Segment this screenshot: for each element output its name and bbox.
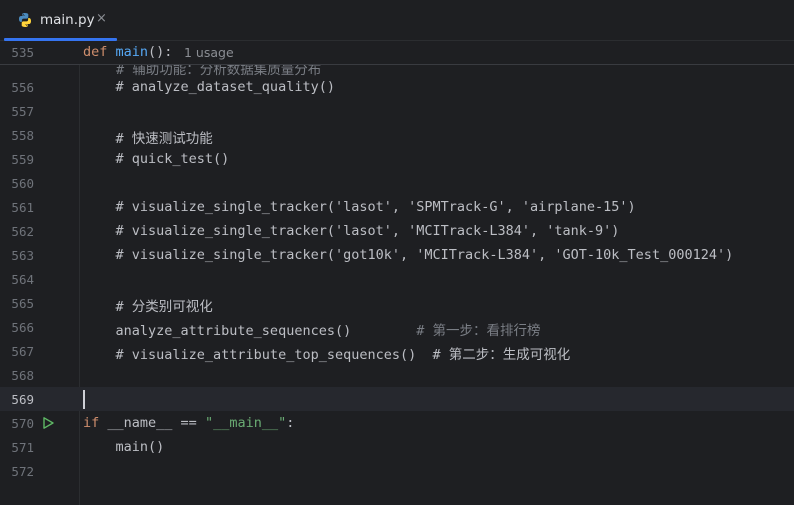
inline-comment: # 第一步：看排行榜 xyxy=(351,323,541,339)
sticky-code: def main(): xyxy=(83,44,172,60)
code-line[interactable]: 562 # visualize_single_tracker('lasot', … xyxy=(0,219,794,243)
function-name: main xyxy=(115,44,149,60)
code-text: # quick_test() xyxy=(83,151,230,167)
code-text: # visualize_attribute_top_sequences() # … xyxy=(83,347,571,363)
code-text: # 分类别可视化 xyxy=(83,299,213,315)
line-number: 557 xyxy=(11,104,34,119)
line-number: 535 xyxy=(11,45,34,60)
code-line[interactable]: 567 # visualize_attribute_top_sequences(… xyxy=(0,339,794,363)
line-number: 563 xyxy=(11,248,34,263)
tab-main-py[interactable]: main.py × xyxy=(4,0,117,41)
code-text: if __name__ == "__main__": xyxy=(83,415,294,431)
code-line[interactable]: 566 analyze_attribute_sequences() # 第一步：… xyxy=(0,315,794,339)
line-number: 568 xyxy=(11,368,34,383)
code-text: analyze_attribute_sequences() # 第一步：看排行榜 xyxy=(83,319,541,339)
line-number: 572 xyxy=(11,464,34,479)
code-line[interactable]: 556 # analyze_dataset_quality() xyxy=(0,75,794,99)
run-icon[interactable] xyxy=(41,416,55,430)
python-icon xyxy=(19,13,31,27)
line-number: 560 xyxy=(11,176,34,191)
code-line[interactable]: 557 xyxy=(0,99,794,123)
sticky-scroll-header[interactable]: 535 def main(): 1 usage xyxy=(0,41,794,65)
code-line[interactable]: 572 xyxy=(0,459,794,483)
function-call: analyze_attribute_sequences() xyxy=(83,323,352,339)
code-text: # visualize_single_tracker('got10k', 'MC… xyxy=(83,247,734,263)
code-text: main() xyxy=(83,439,165,455)
line-number: 558 xyxy=(11,128,34,143)
line-number: 556 xyxy=(11,80,34,95)
line-number: 570 xyxy=(11,416,34,431)
string-literal: "__main__" xyxy=(204,415,287,431)
line-number: 566 xyxy=(11,320,34,335)
line-number: 561 xyxy=(11,200,34,215)
line-number: 569 xyxy=(11,392,34,407)
line-number: 562 xyxy=(11,224,34,239)
line-number: 564 xyxy=(11,272,34,287)
text-caret xyxy=(83,390,85,409)
identifier: __name__ == xyxy=(99,415,205,431)
keyword: if xyxy=(83,415,100,431)
punctuation: (): xyxy=(148,44,173,60)
punctuation: : xyxy=(286,415,295,431)
code-line[interactable]: 570 if __name__ == "__main__": xyxy=(0,411,794,435)
line-number: 567 xyxy=(11,344,34,359)
usage-hint[interactable]: 1 usage xyxy=(184,45,234,60)
line-number: 571 xyxy=(11,440,34,455)
code-line[interactable]: 564 xyxy=(0,267,794,291)
code-line[interactable]: 563 # visualize_single_tracker('got10k',… xyxy=(0,243,794,267)
line-number: 559 xyxy=(11,152,34,167)
code-line[interactable]: 561 # visualize_single_tracker('lasot', … xyxy=(0,195,794,219)
code-text: # visualize_single_tracker('lasot', 'MCI… xyxy=(83,223,620,239)
code-line[interactable]: 559 # quick_test() xyxy=(0,147,794,171)
code-editor[interactable]: 535 def main(): 1 usage # 辅助功能：分析数据集质量分布… xyxy=(0,41,794,505)
code-line[interactable]: 568 xyxy=(0,363,794,387)
close-icon[interactable]: × xyxy=(96,11,107,26)
code-line[interactable]: 565 # 分类别可视化 xyxy=(0,291,794,315)
code-line[interactable]: 558 # 快速测试功能 xyxy=(0,123,794,147)
code-text: # analyze_dataset_quality() xyxy=(83,79,335,95)
tab-label: main.py xyxy=(40,12,95,28)
keyword: def xyxy=(83,44,108,60)
code-text: # 快速测试功能 xyxy=(83,131,213,147)
code-line[interactable]: 571 main() xyxy=(0,435,794,459)
code-line[interactable]: 560 xyxy=(0,171,794,195)
code-line[interactable]: 569 xyxy=(0,387,794,411)
line-number: 565 xyxy=(11,296,34,311)
code-text: # visualize_single_tracker('lasot', 'SPM… xyxy=(83,199,636,215)
editor-tab-bar: main.py × xyxy=(0,0,794,41)
